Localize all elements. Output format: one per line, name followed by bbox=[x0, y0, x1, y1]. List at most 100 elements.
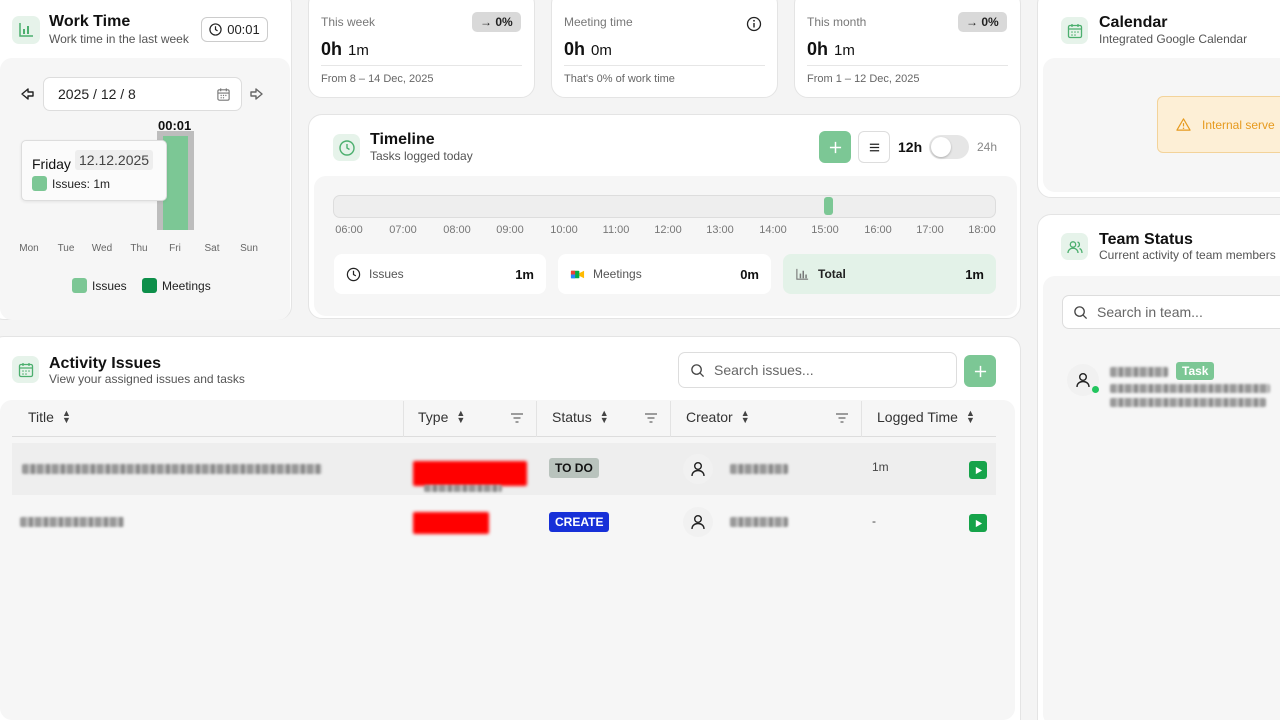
col-divider bbox=[670, 401, 671, 437]
stat-meeting-label: Meeting time bbox=[564, 15, 633, 29]
stat-meeting-footer: That's 0% of work time bbox=[564, 73, 675, 85]
team-icon bbox=[1061, 233, 1088, 260]
calendar-subtitle: Integrated Google Calendar bbox=[1099, 32, 1248, 46]
clock-icon bbox=[209, 23, 222, 36]
col-type-label: Type bbox=[418, 409, 449, 425]
creator-avatar bbox=[683, 507, 713, 537]
tick-1600: 16:00 bbox=[864, 224, 892, 236]
sort-icon[interactable]: ▲ ▼ bbox=[456, 409, 465, 425]
calendar-title: Calendar bbox=[1099, 14, 1168, 31]
filter-icon[interactable] bbox=[511, 413, 523, 423]
prev-week-arrow-icon[interactable] bbox=[18, 85, 36, 103]
filter-icon[interactable] bbox=[645, 413, 657, 423]
add-task-button[interactable] bbox=[819, 131, 851, 163]
online-indicator bbox=[1092, 386, 1099, 393]
timeline-subtitle: Tasks logged today bbox=[370, 149, 473, 163]
issue-type bbox=[413, 512, 489, 534]
sort-icon[interactable]: ▲ ▼ bbox=[741, 409, 750, 425]
divider bbox=[564, 65, 765, 66]
timeline-title: Timeline bbox=[370, 131, 435, 148]
divider bbox=[807, 65, 1008, 66]
add-issue-button[interactable] bbox=[964, 355, 996, 387]
mode-toggle[interactable] bbox=[929, 135, 969, 159]
filter-icon[interactable] bbox=[836, 413, 848, 423]
play-icon bbox=[975, 466, 982, 474]
col-creator-label: Creator bbox=[686, 409, 733, 425]
issue-title[interactable] bbox=[20, 517, 124, 527]
start-timer-button[interactable] bbox=[969, 461, 987, 479]
mode-12h-label: 12h bbox=[898, 139, 923, 155]
stat-meeting-minutes: 0m bbox=[591, 42, 612, 59]
stat-this-month-footer: From 1 – 12 Dec, 2025 bbox=[807, 73, 920, 85]
stat-this-week-minutes: 1m bbox=[348, 42, 369, 59]
day-wed: Wed bbox=[91, 243, 113, 254]
stat-this-week-trend: → 0% bbox=[472, 12, 521, 32]
clock-icon bbox=[346, 267, 361, 281]
tooltip-series: Issues: 1m bbox=[52, 177, 111, 191]
issue-title[interactable] bbox=[22, 464, 322, 474]
team-status-content bbox=[1043, 276, 1280, 720]
work-time-title: Work Time bbox=[49, 13, 131, 30]
timeline-entry[interactable] bbox=[824, 197, 833, 215]
stat-this-month-trend: → 0% bbox=[958, 12, 1007, 32]
sort-icon[interactable]: ▲ ▼ bbox=[600, 409, 609, 425]
date-picker-value: 2025 / 12 / 8 bbox=[58, 86, 136, 102]
team-member-activity bbox=[1110, 398, 1266, 407]
legend-meetings-label: Meetings bbox=[162, 278, 211, 293]
legend-meetings[interactable]: Meetings bbox=[142, 278, 211, 293]
sort-icon[interactable]: ▲ ▼ bbox=[62, 409, 71, 425]
logged-time: 1m bbox=[872, 460, 889, 474]
bar-chart-icon bbox=[796, 268, 809, 280]
team-member-activity bbox=[1110, 384, 1270, 393]
creator-avatar bbox=[683, 454, 713, 484]
calendar-icon bbox=[217, 87, 230, 101]
sort-icon[interactable]: ▲ ▼ bbox=[966, 409, 975, 425]
summary-meetings-label: Meetings bbox=[593, 267, 642, 281]
team-status-subtitle: Current activity of team members bbox=[1099, 248, 1276, 262]
summary-issues-value: 1m bbox=[515, 266, 534, 282]
tick-1500: 15:00 bbox=[811, 224, 839, 236]
tick-1100: 11:00 bbox=[602, 224, 630, 236]
next-week-arrow-icon[interactable] bbox=[248, 85, 266, 103]
stat-this-month-value: 0h 1m bbox=[807, 39, 855, 60]
search-icon bbox=[1074, 305, 1088, 319]
legend-issues[interactable]: Issues bbox=[72, 278, 127, 293]
status-badge[interactable]: CREATE bbox=[549, 512, 610, 532]
list-view-button[interactable] bbox=[858, 131, 890, 163]
info-icon[interactable] bbox=[746, 16, 762, 32]
legend-issues-label: Issues bbox=[92, 278, 127, 293]
calendar-icon bbox=[1061, 17, 1088, 44]
timeline-track[interactable] bbox=[333, 195, 996, 218]
date-picker[interactable]: 2025 / 12 / 8 bbox=[43, 77, 242, 111]
col-logged-time[interactable]: Logged Time ▲ ▼ bbox=[877, 409, 975, 426]
calendar-error-alert: Internal serve bbox=[1157, 96, 1280, 153]
logged-time: - bbox=[872, 514, 876, 528]
work-time-badge[interactable]: 00:01 bbox=[201, 17, 268, 42]
col-status[interactable]: Status ▲ ▼ bbox=[552, 409, 609, 426]
team-member-task-badge: Task bbox=[1176, 362, 1215, 380]
stat-meeting-hours: 0h bbox=[564, 39, 586, 59]
summary-total-value: 1m bbox=[965, 266, 984, 282]
col-creator[interactable]: Creator ▲ ▼ bbox=[686, 409, 750, 426]
day-tue: Tue bbox=[57, 243, 75, 254]
issues-search-input[interactable]: Search issues... bbox=[678, 352, 957, 388]
team-search-placeholder: Search in team... bbox=[1097, 304, 1203, 320]
summary-total: Total 1m bbox=[783, 254, 996, 294]
summary-total-label: Total bbox=[818, 267, 846, 281]
col-status-label: Status bbox=[552, 409, 592, 425]
user-icon bbox=[1076, 373, 1090, 388]
work-time-subtitle: Work time in the last week bbox=[49, 32, 189, 46]
team-search-input[interactable]: Search in team... bbox=[1062, 295, 1280, 329]
tick-1000: 10:00 bbox=[550, 224, 578, 236]
col-type[interactable]: Type ▲ ▼ bbox=[418, 409, 465, 426]
status-badge[interactable]: TO DO bbox=[549, 458, 599, 478]
tick-1200: 12:00 bbox=[654, 224, 682, 236]
tick-1400: 14:00 bbox=[759, 224, 787, 236]
creator-name bbox=[730, 517, 788, 527]
col-title[interactable]: Title ▲ ▼ bbox=[28, 409, 71, 426]
tick-0800: 08:00 bbox=[443, 224, 471, 236]
issues-search-placeholder: Search issues... bbox=[714, 362, 814, 378]
start-timer-button[interactable] bbox=[969, 514, 987, 532]
day-mon: Mon bbox=[19, 243, 39, 254]
stat-meeting-value: 0h 0m bbox=[564, 39, 612, 60]
